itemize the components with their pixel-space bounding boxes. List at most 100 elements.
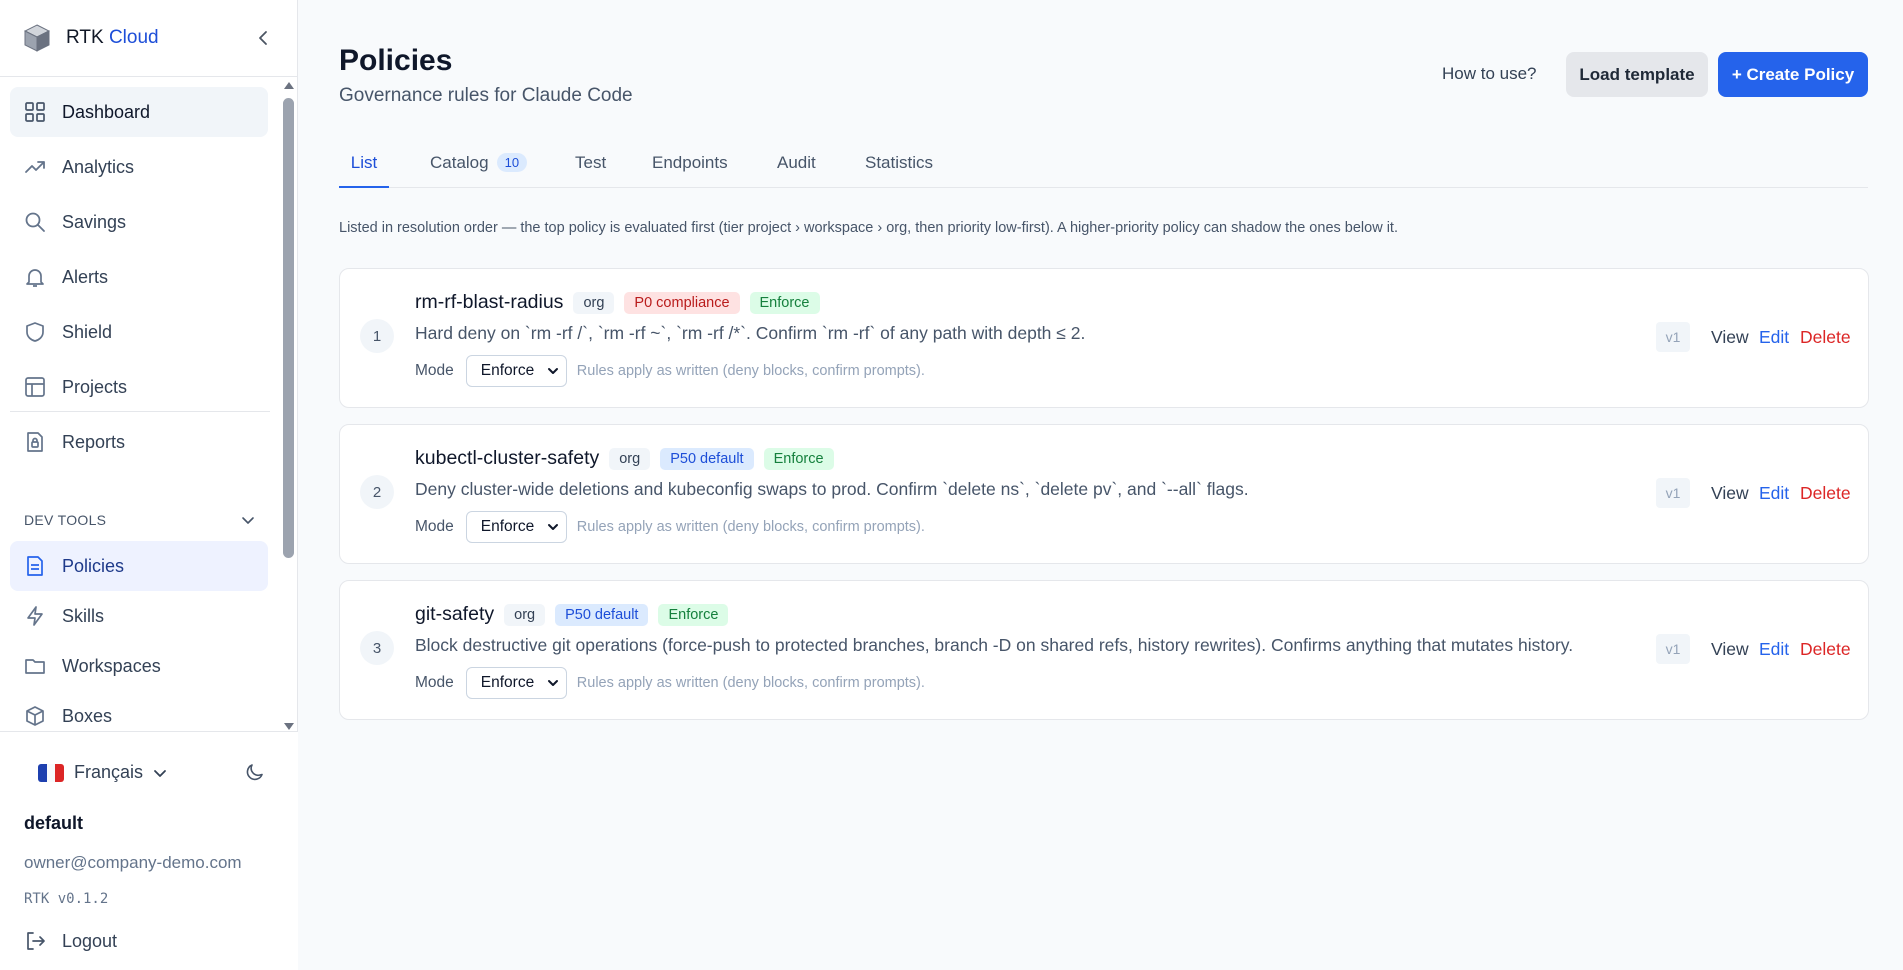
lock-doc-icon xyxy=(27,432,43,452)
edit-button[interactable]: Edit xyxy=(1759,483,1789,504)
sidebar-item-label: Savings xyxy=(62,211,127,232)
priority-badge: P50 default xyxy=(555,603,649,626)
sidebar-item-alerts[interactable]: Alerts xyxy=(10,252,268,302)
scroll-thumb[interactable] xyxy=(283,98,294,558)
sidebar-item-projects[interactable]: Projects xyxy=(10,362,268,412)
brand: RTK Cloud xyxy=(0,0,297,77)
priority-badge: P0 compliance xyxy=(624,291,740,314)
sidebar-scrollbar[interactable] xyxy=(282,82,294,730)
sidebar-item-skills[interactable]: Skills xyxy=(10,591,268,641)
delete-button[interactable]: Delete xyxy=(1800,483,1851,504)
logout-button[interactable]: Logout xyxy=(24,930,117,952)
sidebar-item-policies[interactable]: Policies xyxy=(10,541,268,591)
bell-icon xyxy=(26,269,44,287)
shield-icon xyxy=(26,322,44,342)
section-dev-tools[interactable]: DEV TOOLS xyxy=(24,512,256,528)
sidebar-item-analytics[interactable]: Analytics xyxy=(10,142,268,192)
status-badge: Enforce xyxy=(749,291,820,314)
brand-name: RTK Cloud xyxy=(66,27,159,48)
org-name: default xyxy=(24,813,84,833)
how-to-use-link[interactable]: How to use? xyxy=(1442,64,1537,84)
status-badge: Enforce xyxy=(763,447,834,470)
version-badge: v1 xyxy=(1656,322,1690,352)
mode-label: Mode xyxy=(415,674,454,691)
tab-catalog[interactable]: Catalog 10 xyxy=(430,148,528,188)
sidebar-item-label: Shield xyxy=(62,321,113,342)
sidebar-item-label: Skills xyxy=(62,605,105,626)
sidebar-item-label: Analytics xyxy=(62,156,135,177)
policy-card: 3 git-safety org P50 default Enforce Blo… xyxy=(339,580,1869,720)
sidebar-item-label: Projects xyxy=(62,376,128,397)
delete-button[interactable]: Delete xyxy=(1800,327,1851,348)
tab-bar: List Catalog 10 Test Endpoints Audit Stat… xyxy=(339,148,1868,188)
edit-button[interactable]: Edit xyxy=(1759,639,1789,660)
page-title: Policies xyxy=(339,44,453,77)
mode-select[interactable]: Enforce xyxy=(465,355,567,387)
sidebar-item-dashboard[interactable]: Dashboard xyxy=(10,87,268,137)
mode-note: Rules apply as written (deny blocks, con… xyxy=(576,363,925,379)
section-label: DEV TOOLS xyxy=(24,512,107,528)
policy-card: 1 rm-rf-blast-radius org P0 compliance E… xyxy=(339,268,1869,408)
scroll-up-arrow-icon[interactable] xyxy=(284,82,294,89)
page-subtitle: Governance rules for Claude Code xyxy=(339,85,633,106)
policy-description: Block destructive git operations (force-… xyxy=(415,635,1574,655)
chevron-down-icon xyxy=(242,517,254,524)
sidebar-item-shield[interactable]: Shield xyxy=(10,307,268,357)
load-template-button[interactable]: Load template xyxy=(1566,52,1708,97)
create-policy-button[interactable]: + Create Policy xyxy=(1718,52,1868,97)
user-email: owner@company-demo.com xyxy=(24,853,242,872)
edit-button[interactable]: Edit xyxy=(1759,327,1789,348)
box-icon xyxy=(26,706,44,726)
scroll-down-arrow-icon[interactable] xyxy=(284,723,294,730)
scope-badge: org xyxy=(573,291,615,314)
mode-label: Mode xyxy=(415,362,454,379)
view-button[interactable]: View xyxy=(1711,639,1749,660)
chevron-left-icon[interactable] xyxy=(255,29,273,47)
cube-logo-icon xyxy=(24,24,50,52)
mode-select[interactable]: Enforce xyxy=(465,511,567,543)
tab-list[interactable]: List xyxy=(339,148,389,188)
version-badge: v1 xyxy=(1656,634,1690,664)
tab-statistics[interactable]: Statistics xyxy=(865,148,933,188)
app-version: RTK v0.1.2 xyxy=(24,891,109,907)
folder-icon xyxy=(25,659,45,674)
mode-label: Mode xyxy=(415,518,454,535)
priority-badge: P50 default xyxy=(660,447,754,470)
policy-card: 2 kubectl-cluster-safety org P50 default… xyxy=(339,424,1869,564)
moon-icon[interactable] xyxy=(245,762,265,782)
bolt-icon xyxy=(27,606,43,626)
mode-select[interactable]: Enforce xyxy=(465,667,567,699)
chevron-down-icon xyxy=(154,769,166,777)
sidebar-item-savings[interactable]: Savings xyxy=(10,197,268,247)
catalog-count-badge: 10 xyxy=(496,153,528,172)
view-button[interactable]: View xyxy=(1711,327,1749,348)
mode-note: Rules apply as written (deny blocks, con… xyxy=(576,519,925,535)
scope-badge: org xyxy=(609,447,651,470)
trend-icon xyxy=(25,161,45,173)
sidebar-item-label: Boxes xyxy=(62,705,113,726)
policy-description: Deny cluster-wide deletions and kubeconf… xyxy=(415,479,1249,499)
policy-order-number: 2 xyxy=(360,475,394,509)
scope-badge: org xyxy=(504,603,546,626)
sidebar-item-reports[interactable]: Reports xyxy=(10,417,268,467)
sidebar-divider xyxy=(10,411,270,412)
tab-test[interactable]: Test xyxy=(575,148,606,188)
delete-button[interactable]: Delete xyxy=(1800,639,1851,660)
france-flag-icon xyxy=(38,763,64,782)
tab-endpoints[interactable]: Endpoints xyxy=(652,148,728,188)
tab-audit[interactable]: Audit xyxy=(777,148,816,188)
chevron-down-icon xyxy=(547,368,558,374)
policy-order-number: 1 xyxy=(360,319,394,353)
policy-description: Hard deny on `rm -rf /`, `rm -rf ~`, `rm… xyxy=(415,323,1086,343)
search-icon xyxy=(25,212,45,232)
language-selector[interactable]: Français xyxy=(38,762,169,783)
sidebar-item-workspaces[interactable]: Workspaces xyxy=(10,641,268,691)
policy-name: git-safety xyxy=(415,603,495,625)
version-badge: v1 xyxy=(1656,478,1690,508)
sidebar-item-label: Alerts xyxy=(62,266,109,287)
status-badge: Enforce xyxy=(658,603,729,626)
resolution-hint: Listed in resolution order — the top pol… xyxy=(339,220,1398,236)
logout-icon xyxy=(27,932,45,950)
view-button[interactable]: View xyxy=(1711,483,1749,504)
sidebar-footer: Français default owner@company-demo.com … xyxy=(0,731,298,970)
